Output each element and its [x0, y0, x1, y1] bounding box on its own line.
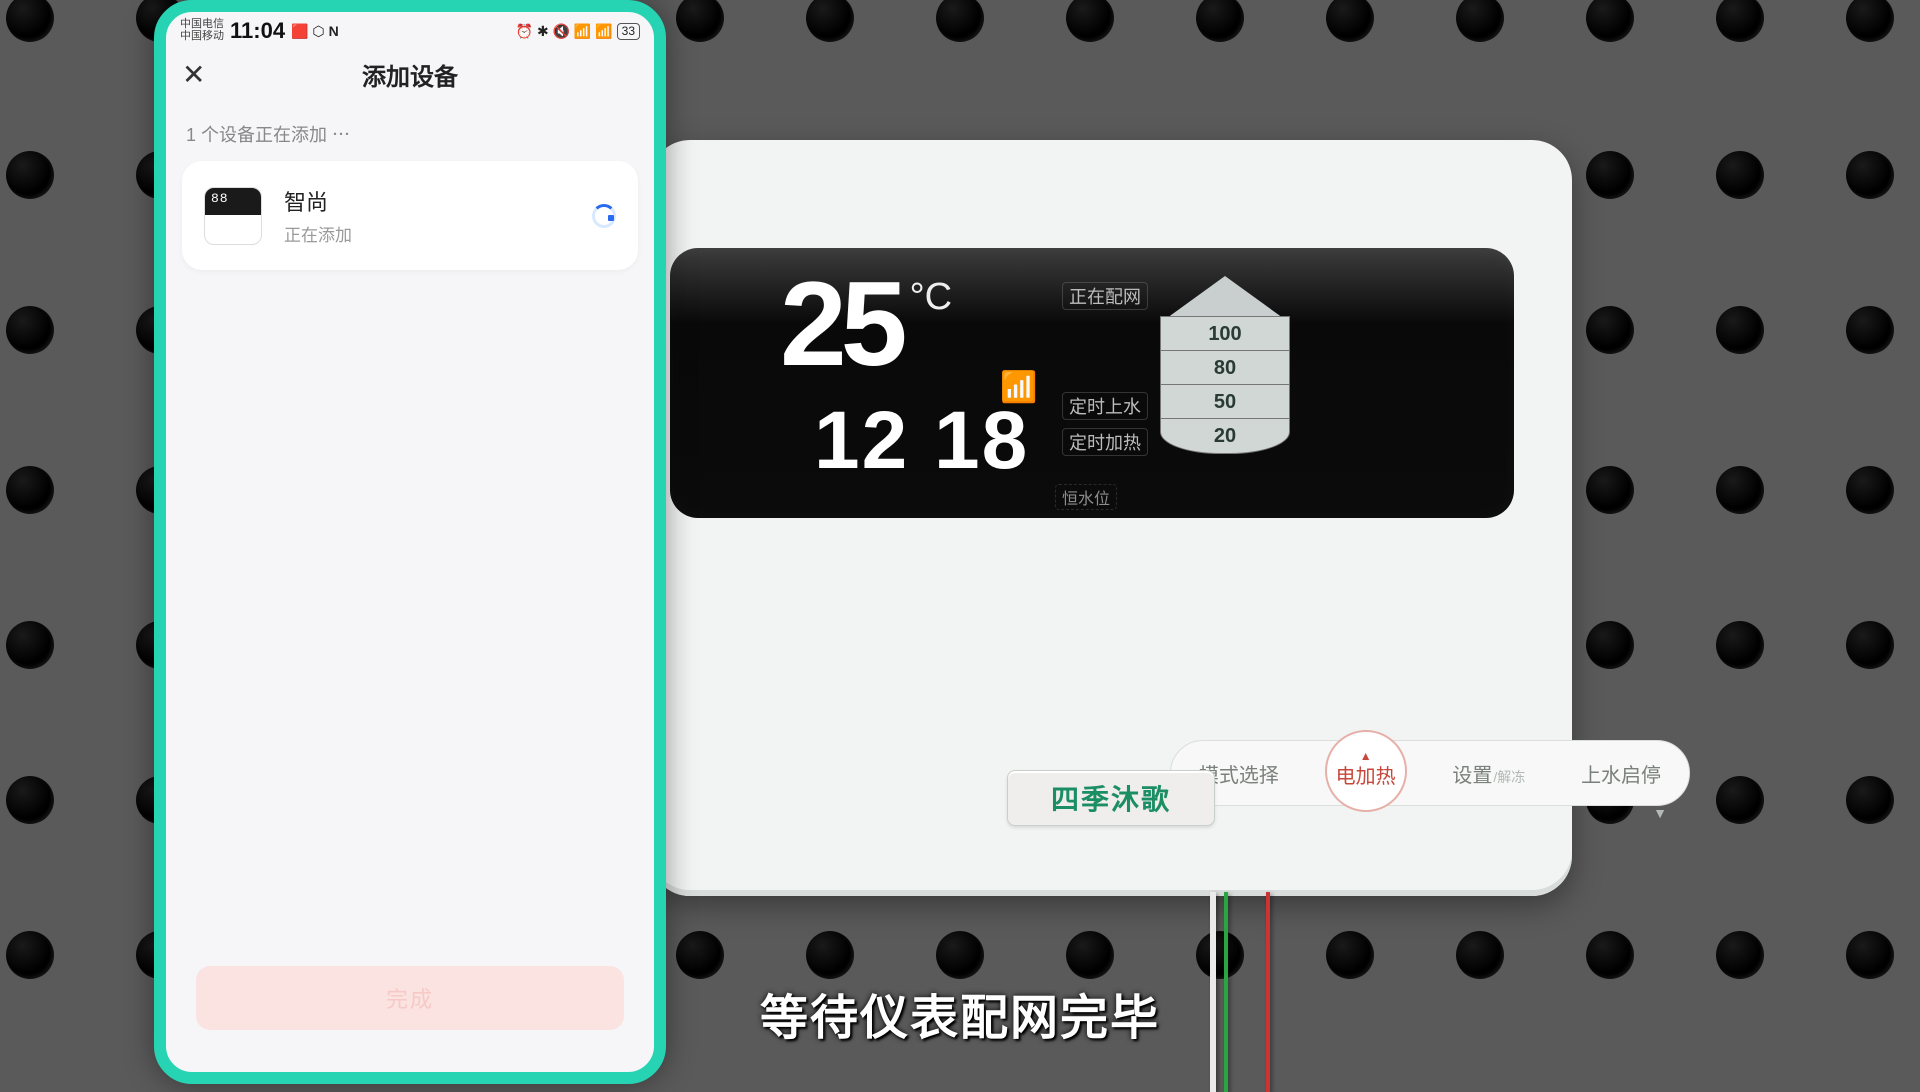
video-caption: 等待仪表配网完毕 [760, 978, 1160, 1048]
device-thumbnail [204, 187, 262, 245]
water-level-gauge: 100 80 50 20 [1160, 276, 1290, 464]
time-readout: 12 18 [814, 394, 1029, 488]
control-button-bar: 模式选择 ▲ 电加热 设置/解冻 上水启停 ▼ [1170, 740, 1690, 806]
device-name: 智尚 [284, 185, 570, 217]
brand-badge: 四季沐歌 [1007, 770, 1215, 826]
up-arrow-icon: ▲ [1360, 753, 1372, 760]
page-title: 添加设备 [166, 57, 654, 92]
settings-button[interactable]: 设置/解冻 [1442, 759, 1535, 788]
adding-hint: 1 个设备正在添加 ⋯ [166, 101, 654, 161]
lcd-display: 25 °C 📶 12 18 正在配网 定时上水 定时加热 100 80 50 2… [670, 248, 1514, 518]
status-left-icons: 🟥 ⬡ N [291, 23, 339, 40]
device-cable [1210, 892, 1270, 1092]
brand-label: 四季沐歌 [1007, 770, 1215, 826]
thermostat-panel: 25 °C 📶 12 18 正在配网 定时上水 定时加热 100 80 50 2… [650, 140, 1572, 896]
level-20: 20 [1160, 418, 1290, 454]
temperature-unit: °C [909, 276, 952, 319]
level-80: 80 [1160, 350, 1290, 386]
heat-button-label: 电加热 [1336, 760, 1396, 789]
heat-button[interactable]: ▲ 电加热 [1325, 730, 1407, 812]
level-100: 100 [1160, 316, 1290, 352]
loading-spinner-icon [592, 204, 616, 228]
temperature-readout: 25 °C [780, 270, 952, 378]
phone-frame: 中国电信 中国移动 11:04 🟥 ⬡ N ⏰ ✱ 🔇 📶 📶 33 ✕ 添加设… [154, 0, 666, 1084]
done-button[interactable]: 完成 [196, 966, 624, 1030]
carrier-labels: 中国电信 中国移动 [180, 19, 224, 42]
temperature-value: 25 [780, 270, 901, 378]
device-card[interactable]: 智尚 正在添加 [182, 161, 638, 270]
pairing-label: 正在配网 [1062, 282, 1148, 310]
device-status: 正在添加 [284, 221, 570, 246]
status-bar: 中国电信 中国移动 11:04 🟥 ⬡ N ⏰ ✱ 🔇 📶 📶 33 [166, 12, 654, 46]
status-right-icons: ⏰ ✱ 🔇 📶 📶 33 [516, 23, 640, 40]
timer-heat-label: 定时加热 [1062, 428, 1148, 456]
fill-button[interactable]: 上水启停 [1571, 759, 1671, 788]
nav-bar: ✕ 添加设备 [166, 46, 654, 101]
down-arrow-icon: ▼ [1653, 805, 1667, 821]
status-time: 11:04 [230, 18, 285, 44]
loading-dots-icon: ⋯ [332, 125, 350, 145]
timer-fill-label: 定时上水 [1062, 392, 1148, 420]
level-50: 50 [1160, 384, 1290, 420]
keep-level-label: 恒水位 [1055, 484, 1117, 510]
